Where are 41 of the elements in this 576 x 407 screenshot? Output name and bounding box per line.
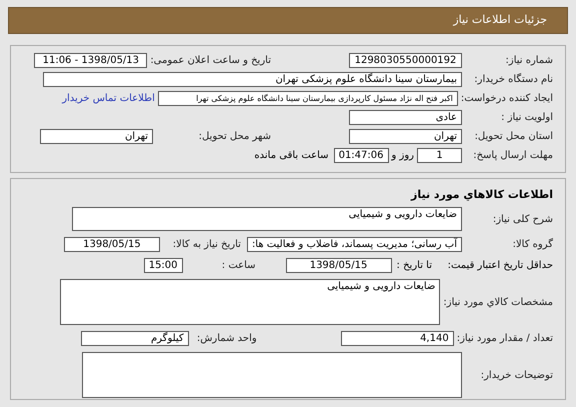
days-label: روز و: [392, 149, 414, 163]
field-label: گروه کالا:: [512, 237, 553, 252]
field-label: واحد شمارش:: [196, 332, 257, 346]
input-field[interactable]: کیلوگرم: [80, 331, 189, 346]
input-field[interactable]: 1298030550000192: [349, 53, 462, 68]
input-field[interactable]: تهران: [40, 129, 153, 144]
input-field[interactable]: اکبر فتح اله نژاد مسئول کارپردازی بیمارستان سینا دانشگاه علوم پزشکی تهرا: [158, 91, 458, 106]
field-label: نام دستگاه خریدار:: [473, 72, 553, 87]
buyer-contact-link[interactable]: اطلاعات تماس خریدار: [62, 91, 155, 106]
text-area[interactable]: [82, 352, 462, 398]
input-field[interactable]: عادی: [349, 110, 462, 125]
field-label: مشخصات کالاي مورد نياز:: [443, 296, 553, 310]
input-field[interactable]: آب رسانی؛ مدیریت پسماند، فاضلاب و فعالیت ها:: [246, 237, 462, 252]
field-label: تاریخ و ساعت اعلان عمومی:: [150, 54, 271, 68]
input-field[interactable]: 1398/05/15: [64, 237, 160, 252]
input-field[interactable]: بیمارستان سینا دانشگاه علوم پزشکی تهران: [43, 72, 462, 87]
field-label: استان محل تحویل:: [474, 130, 553, 144]
input-field[interactable]: 1: [417, 148, 462, 163]
input-field[interactable]: 15:00: [144, 258, 183, 273]
field-label: شماره نیاز:: [504, 54, 553, 68]
field-label: تعداد / مقدار مورد نیاز:: [456, 332, 553, 346]
field-label: حداقل تاریخ اعتبار قیمت:: [446, 259, 553, 273]
field-label: ایجاد کننده درخواست:: [460, 92, 553, 106]
page-title: جزئیات اطلاعات نیاز: [453, 12, 547, 28]
field-label: اولویت نیاز :: [500, 111, 553, 125]
field-label: تا تاریخ :: [396, 259, 432, 273]
text-area[interactable]: ضایعات دارویی و شیمیایی: [72, 207, 462, 231]
input-field[interactable]: تهران: [349, 129, 462, 144]
field-label: مهلت ارسال پاسخ:: [472, 149, 553, 163]
section-title: اطلاعات کالاهاي مورد نياز: [410, 187, 553, 203]
text-area[interactable]: ضایعات دارویی و شیمیایی: [60, 279, 440, 325]
field-label: شهر محل تحویل:: [198, 130, 271, 144]
input-field[interactable]: 01:47:06: [334, 148, 388, 163]
input-field[interactable]: 1398/05/15: [286, 258, 392, 273]
field-label: ساعت :: [220, 259, 256, 273]
field-label: توضیحات خریدار:: [480, 368, 553, 382]
input-field[interactable]: 1398/05/13 - 11:06: [34, 53, 148, 68]
time-remaining-label: ساعت باقی مانده: [254, 149, 329, 163]
input-field[interactable]: 4,140: [340, 331, 454, 346]
field-label: شرح کلی نیاز:: [492, 212, 553, 226]
field-label: تاریخ نیاز به کالا:: [172, 238, 241, 252]
